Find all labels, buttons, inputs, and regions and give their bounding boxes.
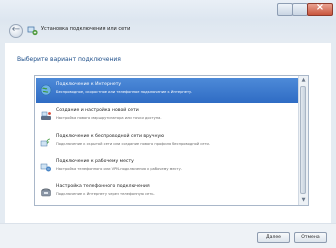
option-description: Подключение к Интернету через телефонную…	[56, 192, 155, 196]
minimize-button[interactable]	[277, 3, 293, 16]
option-description: Настройка телефонного или VPN-подключени…	[56, 167, 182, 171]
router-icon	[41, 111, 51, 120]
option-internet[interactable]: Подключение к Интернету Беспроводное, ск…	[36, 78, 299, 103]
globe-icon	[40, 84, 52, 96]
next-button[interactable]: Далее	[257, 232, 290, 243]
maximize-button[interactable]	[292, 3, 308, 16]
option-title: Подключение к рабочему месту	[56, 159, 134, 164]
wireless-icon	[40, 138, 51, 147]
instruction-heading: Выберите вариант подключения	[17, 56, 121, 63]
option-title: Подключение к беспроводной сети вручную	[56, 134, 165, 139]
option-description: Подключение к скрытой сети или создание …	[56, 142, 211, 146]
scroll-thumb[interactable]	[300, 86, 306, 194]
close-button[interactable]: ×	[307, 2, 333, 16]
option-title: Подключение к Интернету	[56, 82, 122, 87]
option-description: Беспроводное, скоростное или телефонное …	[56, 90, 193, 94]
window-controls: ×	[277, 2, 333, 16]
cancel-button[interactable]: Отмена	[294, 232, 327, 243]
list-scrollbar[interactable]: ▲ ▼	[298, 76, 308, 205]
connection-wizard-window: × ← Установка подключения или сети Выбер…	[0, 0, 336, 248]
title-bar: × ← Установка подключения или сети	[0, 0, 336, 40]
option-workplace[interactable]: Подключение к рабочему месту Настройка т…	[36, 155, 299, 180]
option-new-network[interactable]: Создание и настройка новой сети Настройк…	[36, 104, 299, 129]
workplace-icon	[40, 163, 51, 172]
close-icon: ×	[315, 2, 325, 13]
scroll-up-icon[interactable]: ▲	[299, 76, 308, 85]
window-title: Установка подключения или сети	[41, 26, 131, 32]
option-title: Создание и настройка новой сети	[56, 108, 139, 113]
network-wizard-icon	[27, 26, 38, 36]
back-button[interactable]: ←	[9, 24, 23, 38]
phone-icon	[41, 188, 51, 197]
option-description: Настройка нового маршрутизатора или точк…	[56, 116, 162, 120]
scroll-down-icon[interactable]: ▼	[299, 196, 308, 205]
connection-options-list: Подключение к Интернету Беспроводное, ск…	[34, 75, 309, 206]
option-title: Настройка телефонного подключения	[56, 184, 150, 189]
option-dialup[interactable]: Настройка телефонного подключения Подклю…	[36, 180, 299, 205]
option-manual-wireless[interactable]: Подключение к беспроводной сети вручную …	[36, 130, 299, 155]
back-arrow-icon: ←	[11, 24, 21, 35]
